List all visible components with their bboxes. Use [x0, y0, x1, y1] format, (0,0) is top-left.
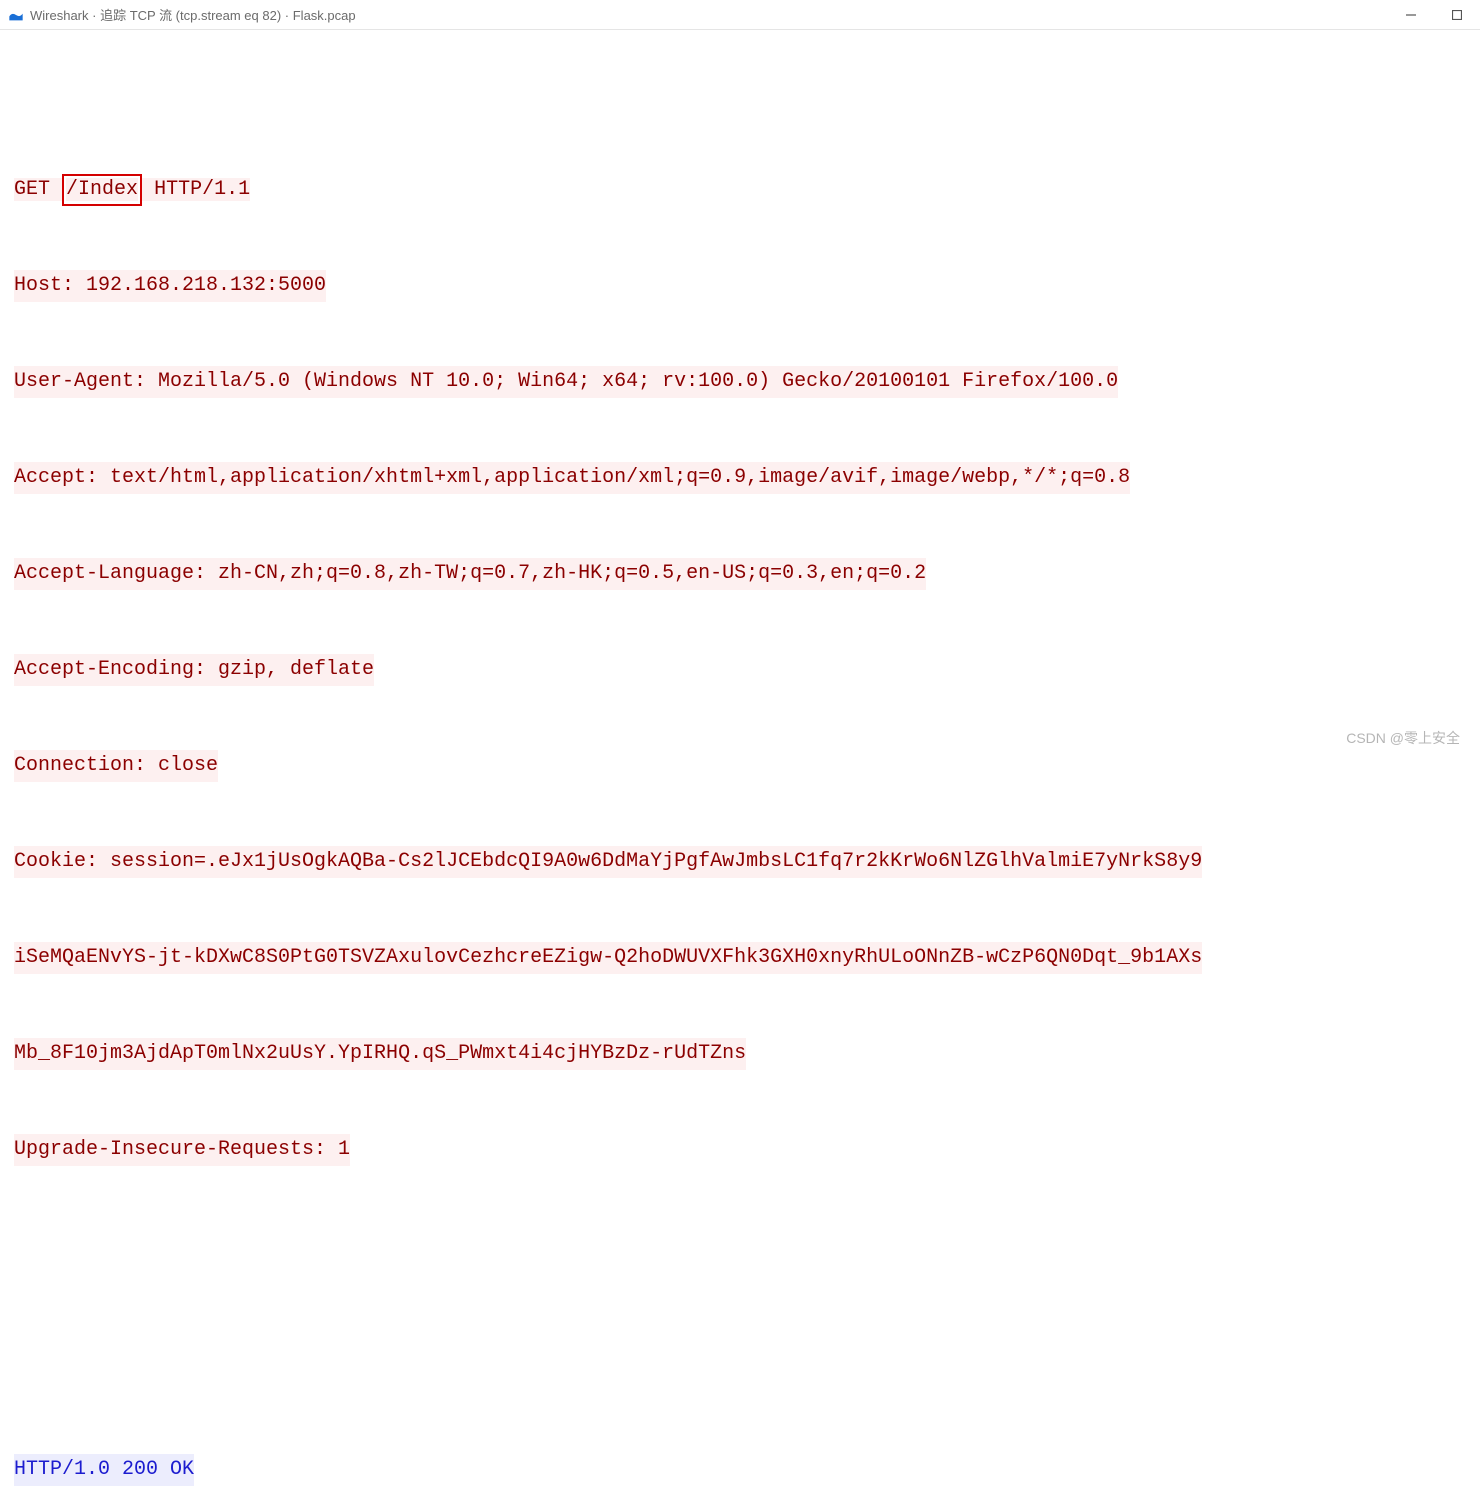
request-method: GET	[14, 178, 50, 201]
http-response-block: HTTP/1.0 200 OK Content-Type: text/html;…	[14, 1390, 1466, 1512]
response-status-line: HTTP/1.0 200 OK	[14, 1454, 194, 1486]
maximize-button[interactable]	[1450, 8, 1464, 22]
header-cookie-line1: Cookie: session=.eJx1jUsOgkAQBa-Cs2lJCEb…	[14, 846, 1202, 878]
window-controls	[1404, 8, 1472, 22]
header-accept-encoding: Accept-Encoding: gzip, deflate	[14, 654, 374, 686]
header-upgrade: Upgrade-Insecure-Requests: 1	[14, 1134, 350, 1166]
request-path: /Index	[66, 178, 138, 201]
http-request-block: GET /Index HTTP/1.1 Host: 192.168.218.13…	[14, 110, 1466, 1230]
app-name: Wireshark	[30, 8, 89, 23]
separator-blank-line	[14, 1294, 1466, 1326]
header-accept: Accept: text/html,application/xhtml+xml,…	[14, 462, 1130, 494]
header-cookie-line2: iSeMQaENvYS-jt-kDXwC8S0PtG0TSVZAxulovCez…	[14, 942, 1202, 974]
tcp-stream-content[interactable]: GET /Index HTTP/1.1 Host: 192.168.218.13…	[0, 30, 1480, 1512]
request-path-highlight: /Index	[62, 174, 142, 206]
window-subtitle: 追踪 TCP 流 (tcp.stream eq 82)	[100, 8, 281, 23]
window-title: Wireshark · 追踪 TCP 流 (tcp.stream eq 82) …	[30, 5, 1404, 24]
request-protocol: HTTP/1.1	[154, 178, 250, 201]
header-host: Host: 192.168.218.132:5000	[14, 270, 326, 302]
header-cookie-line3: Mb_8F10jm3AjdApT0mlNx2uUsY.YpIRHQ.qS_PWm…	[14, 1038, 746, 1070]
window-filename: Flask.pcap	[293, 8, 356, 23]
titlebar: Wireshark · 追踪 TCP 流 (tcp.stream eq 82) …	[0, 0, 1480, 30]
header-user-agent: User-Agent: Mozilla/5.0 (Windows NT 10.0…	[14, 366, 1118, 398]
wireshark-icon	[8, 7, 24, 23]
minimize-button[interactable]	[1404, 8, 1418, 22]
header-connection: Connection: close	[14, 750, 218, 782]
header-accept-language: Accept-Language: zh-CN,zh;q=0.8,zh-TW;q=…	[14, 558, 926, 590]
watermark: CSDN @零上安全	[1346, 728, 1460, 748]
